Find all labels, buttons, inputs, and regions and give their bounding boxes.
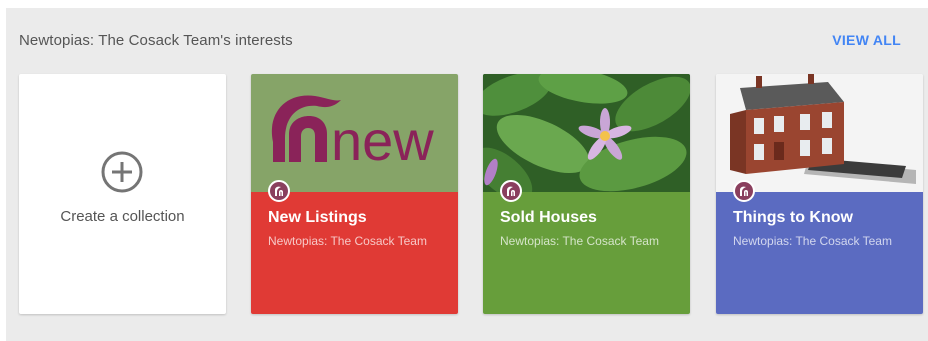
collection-owner: Newtopias: The Cosack Team (500, 234, 659, 248)
create-collection-card[interactable]: Create a collection (19, 74, 226, 314)
house-laptop-image (716, 74, 923, 192)
collection-owner: Newtopias: The Cosack Team (268, 234, 427, 248)
create-collection-label: Create a collection (60, 208, 185, 225)
owner-avatar (268, 180, 290, 202)
collection-card-sold-houses[interactable]: Sold Houses Newtopias: The Cosack Team (483, 74, 690, 314)
collection-card-new-listings[interactable]: new New Listings Newtopias: The Cosack T… (251, 74, 458, 314)
owner-avatar (500, 180, 522, 202)
collection-card-things-to-know[interactable]: Things to Know Newtopias: The Cosack Tea… (716, 74, 923, 314)
collection-title: Things to Know (733, 209, 853, 226)
view-all-link[interactable]: VIEW ALL (832, 32, 901, 48)
collection-title: Sold Houses (500, 209, 597, 226)
collection-cover-image (716, 74, 923, 192)
collection-cover-image (483, 74, 690, 192)
flower-leaves-image (483, 74, 690, 192)
owner-avatar (733, 180, 755, 202)
add-circle-icon (101, 151, 143, 193)
new-logo-text: new (331, 109, 434, 172)
new-logo-image: new (271, 95, 434, 172)
collection-cover-image: new (251, 74, 458, 192)
section-title: Newtopias: The Cosack Team's interests (19, 32, 293, 49)
collection-title: New Listings (268, 209, 367, 226)
interests-panel: Newtopias: The Cosack Team's interests V… (6, 8, 928, 341)
collection-owner: Newtopias: The Cosack Team (733, 234, 892, 248)
